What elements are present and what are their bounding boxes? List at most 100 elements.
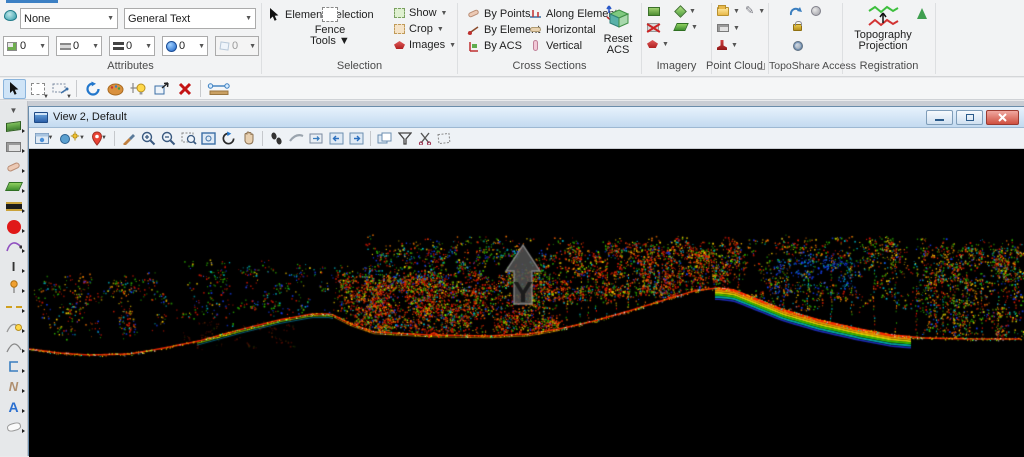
- eraser-tool-button[interactable]: [2, 417, 26, 436]
- resize-arrow-icon: [154, 82, 170, 96]
- saved-views-button[interactable]: ▼: [88, 129, 110, 147]
- imagery-detach-button[interactable]: [647, 23, 659, 32]
- road-tool-button[interactable]: [2, 197, 26, 216]
- update-view-button[interactable]: [119, 129, 138, 147]
- view-window-titlebar[interactable]: View 2, Default: [29, 107, 1024, 128]
- task-toolbar-dropdown[interactable]: ▼: [2, 104, 26, 116]
- close-button[interactable]: [986, 110, 1019, 125]
- clip-tools-button[interactable]: [435, 129, 454, 147]
- horizontal-button[interactable]: Horizontal: [528, 23, 596, 36]
- measure-tool-button[interactable]: [205, 79, 233, 99]
- arc-tool-button[interactable]: [2, 337, 26, 356]
- display-style-button[interactable]: ▼: [57, 129, 87, 147]
- vertical-button[interactable]: Vertical: [528, 39, 582, 52]
- section-tool-button[interactable]: [2, 157, 26, 176]
- red-circle-tool-button[interactable]: [2, 217, 26, 236]
- rotate-tool-button[interactable]: [81, 79, 104, 99]
- delete-tool-button[interactable]: [173, 79, 196, 99]
- toposhare-lock-button[interactable]: [793, 20, 802, 31]
- transparency-value: 0: [232, 40, 238, 52]
- pointcloud-classify-button[interactable]: ▼: [717, 24, 740, 32]
- view-previous-button[interactable]: [327, 129, 346, 147]
- line-weight-combo[interactable]: 0▼: [109, 36, 155, 56]
- registration-tree-button[interactable]: [917, 8, 927, 19]
- pointcloud-edit-button[interactable]: ✎▼: [745, 6, 765, 17]
- pan-view-button[interactable]: [239, 129, 258, 147]
- pointcloud-stamp-button[interactable]: ▼: [717, 40, 738, 50]
- node-icon: [8, 280, 20, 294]
- curve-tool-button[interactable]: [2, 237, 26, 256]
- select-tool-button[interactable]: [3, 79, 26, 99]
- fly-button[interactable]: [287, 129, 306, 147]
- show-label: Show: [409, 7, 437, 19]
- rotate-view-button[interactable]: [219, 129, 238, 147]
- remove-image-icon: [647, 23, 659, 32]
- crop-button[interactable]: Crop▼: [394, 23, 444, 35]
- text-style-combo[interactable]: General Text▼: [124, 8, 256, 29]
- linestring-tool-button[interactable]: N: [2, 377, 26, 396]
- view-next-button[interactable]: [347, 129, 366, 147]
- zoom-in-button[interactable]: [139, 129, 158, 147]
- zoom-out-button[interactable]: [159, 129, 178, 147]
- imagery-layers-button[interactable]: ▼: [675, 23, 698, 31]
- palette-tool-button[interactable]: [104, 79, 127, 99]
- profile-tool-button[interactable]: [2, 357, 26, 376]
- hand-icon: [242, 131, 255, 145]
- toposhare-publish-button[interactable]: [811, 6, 821, 16]
- view-previous-icon: [329, 132, 344, 145]
- layers-tool-button[interactable]: [2, 177, 26, 196]
- clip-mask-button[interactable]: [415, 129, 434, 147]
- classify-tool-button[interactable]: [2, 137, 26, 156]
- view-attributes-button[interactable]: ▼: [32, 129, 56, 147]
- horizontal-icon: [528, 23, 542, 36]
- pointcloud-canvas[interactable]: [29, 149, 1024, 457]
- restore-button[interactable]: [956, 110, 983, 125]
- camera-view-button[interactable]: [307, 129, 326, 147]
- terrain-tool-button[interactable]: [2, 117, 26, 136]
- reset-acs-button[interactable]: Reset ACS: [598, 5, 638, 56]
- walk-button[interactable]: [267, 129, 286, 147]
- images-button[interactable]: Images▼: [394, 39, 456, 51]
- resize-tool-button[interactable]: [150, 79, 173, 99]
- fence-tools-button[interactable]: Fence Tools ▼: [310, 7, 350, 47]
- toposhare-web-button[interactable]: [793, 41, 803, 51]
- minimize-button[interactable]: [926, 110, 953, 125]
- imagery-attach-button[interactable]: [648, 7, 660, 16]
- view-window-icon: [34, 112, 48, 123]
- linestring-n-icon: N: [9, 379, 18, 394]
- viewport[interactable]: [29, 149, 1024, 457]
- active-element-template-combo[interactable]: None▼: [20, 8, 118, 29]
- node-tool-button[interactable]: [2, 277, 26, 296]
- fit-view-icon: [201, 132, 216, 145]
- clip-volume-button[interactable]: [395, 129, 414, 147]
- pointcloud-open-button[interactable]: ▼: [717, 7, 740, 16]
- toposhare-sync-button[interactable]: [789, 6, 803, 18]
- topography-projection-button[interactable]: Topography Projection: [851, 5, 915, 52]
- close-x-icon: [998, 113, 1007, 122]
- line-style-combo[interactable]: 0▼: [56, 36, 102, 56]
- imagery-capture-button[interactable]: ▼: [647, 40, 669, 48]
- curve-lightbulb-tool-button[interactable]: [2, 317, 26, 336]
- lightbulb-tool-button[interactable]: [127, 79, 150, 99]
- chevron-down-icon[interactable]: ▼: [245, 15, 252, 22]
- imagery-diamond-button[interactable]: ▼: [676, 7, 696, 16]
- chevron-down-icon[interactable]: ▼: [107, 15, 114, 22]
- fence-tool-button[interactable]: ▼: [49, 79, 72, 99]
- selection-box-tool-button[interactable]: ▼: [26, 79, 49, 99]
- line-style-value: 0: [73, 40, 79, 52]
- dashed-line-tool-button[interactable]: [2, 297, 26, 316]
- show-button[interactable]: Show▼: [394, 7, 447, 19]
- by-acs-button[interactable]: By ACS: [466, 39, 522, 52]
- task-toolbar: ▼ I N A: [0, 101, 28, 456]
- text-tool-button[interactable]: A: [2, 397, 26, 416]
- color-combo[interactable]: 0▼: [162, 36, 208, 56]
- clip-mask-icon: [418, 132, 432, 145]
- copy-view-button[interactable]: [375, 129, 394, 147]
- fit-view-button[interactable]: [199, 129, 218, 147]
- text-cursor-tool-button[interactable]: I: [2, 257, 26, 276]
- window-area-button[interactable]: [179, 129, 198, 147]
- by-points-button[interactable]: By Points: [466, 7, 530, 20]
- group-label-registration: Registration: [843, 60, 935, 72]
- layers-icon: [673, 23, 689, 31]
- element-class-combo[interactable]: 0▼: [3, 36, 49, 56]
